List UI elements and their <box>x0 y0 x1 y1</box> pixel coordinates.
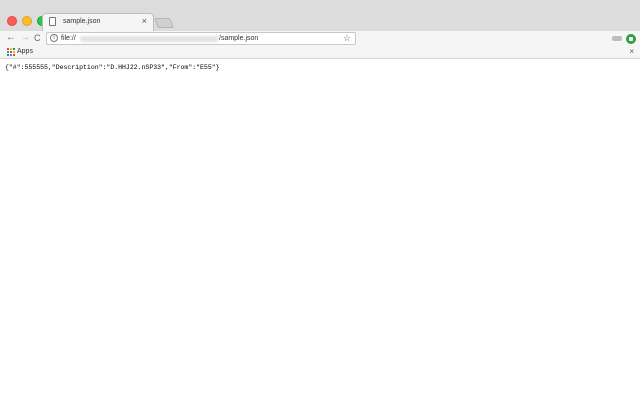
reload-button[interactable]: C <box>34 32 41 44</box>
bookmarks-bar: Apps × <box>0 47 640 59</box>
bookmark-star-icon[interactable]: ☆ <box>343 33 351 44</box>
url-suffix: /sample.json <box>219 35 259 42</box>
page-content: {"#":555555,"Description":"D.HHJ22.nSP33… <box>0 59 640 400</box>
json-content: {"#":555555,"Description":"D.HHJ22.nSP33… <box>5 64 220 71</box>
new-tab-button[interactable] <box>154 18 174 28</box>
page-icon <box>49 17 56 26</box>
redacted-url-path <box>80 36 218 42</box>
close-window-button[interactable] <box>7 16 17 26</box>
browser-window: sample.json × ← → C i file:// /sample.js… <box>0 0 640 400</box>
apps-bookmark[interactable]: Apps <box>17 47 33 57</box>
profile-extension-icon[interactable] <box>626 34 636 44</box>
toolbar: ← → C i file:// /sample.json ☆ <box>0 31 640 47</box>
extension-icon[interactable] <box>612 36 622 41</box>
bookmarks-close-icon[interactable]: × <box>629 47 634 57</box>
tab-strip: sample.json × <box>0 0 640 32</box>
minimize-window-button[interactable] <box>22 16 32 26</box>
info-icon[interactable]: i <box>50 34 58 42</box>
forward-button[interactable]: → <box>20 32 30 44</box>
back-button[interactable]: ← <box>6 32 16 44</box>
tab-close-icon[interactable]: × <box>142 16 147 26</box>
tab-title: sample.json <box>63 18 101 25</box>
address-bar[interactable]: i file:// /sample.json ☆ <box>46 32 356 45</box>
url-prefix: file:// <box>61 35 76 42</box>
window-controls <box>7 16 47 26</box>
tab-sample-json[interactable]: sample.json × <box>42 13 154 31</box>
apps-grid-icon[interactable] <box>7 48 15 56</box>
